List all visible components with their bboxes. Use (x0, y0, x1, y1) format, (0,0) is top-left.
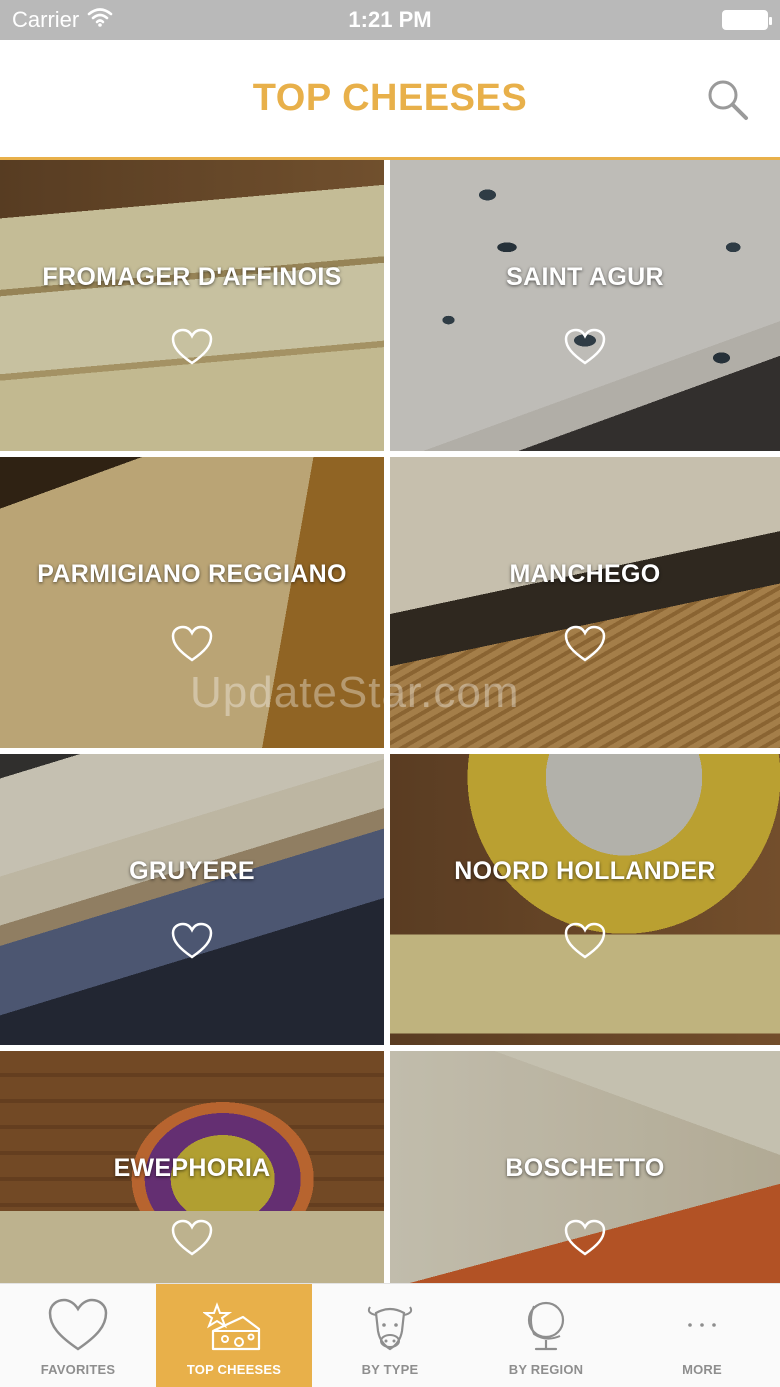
heart-icon (48, 1298, 108, 1351)
tab-label: BY REGION (508, 1362, 584, 1377)
tab-bar: FAVORITES TOP CHEESES BY TYPE BY REGION … (0, 1283, 780, 1387)
battery-icon (722, 10, 772, 30)
tab-label: TOP CHEESES (186, 1362, 282, 1377)
search-button[interactable] (704, 78, 752, 126)
search-icon (706, 78, 750, 127)
app-header: TOP CHEESES (0, 40, 780, 160)
tab-by-type[interactable]: BY TYPE (312, 1284, 468, 1387)
cheese-name: FROMAGER D'AFFINOIS (42, 263, 342, 291)
globe-icon (527, 1301, 565, 1351)
favorite-button[interactable] (171, 922, 213, 960)
heart-icon (171, 922, 213, 959)
tab-top-cheeses[interactable]: TOP CHEESES (156, 1284, 312, 1387)
cheese-tile[interactable]: PARMIGIANO REGGIANO (0, 457, 384, 748)
cheese-name: EWEPHORIA (113, 1154, 271, 1182)
status-time: 1:21 PM (348, 7, 432, 32)
cheese-name: MANCHEGO (509, 560, 661, 588)
cheese-name: NOORD HOLLANDER (454, 857, 716, 885)
cheese-tile[interactable]: GRUYERE (0, 754, 384, 1045)
heart-icon (171, 328, 213, 365)
heart-icon (564, 1219, 606, 1256)
cheese-grid: FROMAGER D'AFFINOIS SAINT AGUR PARMIGIAN… (0, 160, 780, 1283)
cheese-tile[interactable]: BOSCHETTO (390, 1051, 780, 1283)
tab-label: FAVORITES (40, 1362, 116, 1377)
cheese-name: PARMIGIANO REGGIANO (37, 560, 347, 588)
cheese-name: BOSCHETTO (505, 1154, 665, 1182)
favorite-button[interactable] (171, 1219, 213, 1257)
cheese-tile[interactable]: SAINT AGUR (390, 160, 780, 451)
tab-by-region[interactable]: BY REGION (468, 1284, 624, 1387)
page-title: TOP CHEESES (252, 77, 528, 119)
favorite-button[interactable] (564, 328, 606, 366)
heart-icon (171, 625, 213, 662)
tab-label: BY TYPE (361, 1362, 419, 1377)
heart-icon (171, 1219, 213, 1256)
ellipsis-icon (688, 1323, 716, 1327)
status-bar: Carrier 1:21 PM (0, 0, 780, 40)
heart-icon (564, 328, 606, 365)
wifi-icon (87, 7, 113, 33)
cheese-tile[interactable]: EWEPHORIA (0, 1051, 384, 1283)
favorite-button[interactable] (564, 922, 606, 960)
tab-label: MORE (682, 1362, 722, 1377)
favorite-button[interactable] (171, 625, 213, 663)
heart-icon (564, 922, 606, 959)
cow-icon (367, 1306, 413, 1351)
heart-icon (564, 625, 606, 662)
tab-more[interactable]: MORE (624, 1284, 780, 1387)
cheese-tile[interactable]: NOORD HOLLANDER (390, 754, 780, 1045)
cheese-wedge-icon (203, 1302, 261, 1351)
status-left: Carrier (12, 7, 113, 33)
cheese-name: SAINT AGUR (506, 263, 664, 291)
favorite-button[interactable] (171, 328, 213, 366)
cheese-tile[interactable]: FROMAGER D'AFFINOIS (0, 160, 384, 451)
tab-favorites[interactable]: FAVORITES (0, 1284, 156, 1387)
favorite-button[interactable] (564, 1219, 606, 1257)
cheese-tile[interactable]: MANCHEGO (390, 457, 780, 748)
cheese-name: GRUYERE (129, 857, 255, 885)
favorite-button[interactable] (564, 625, 606, 663)
carrier-label: Carrier (12, 7, 80, 32)
